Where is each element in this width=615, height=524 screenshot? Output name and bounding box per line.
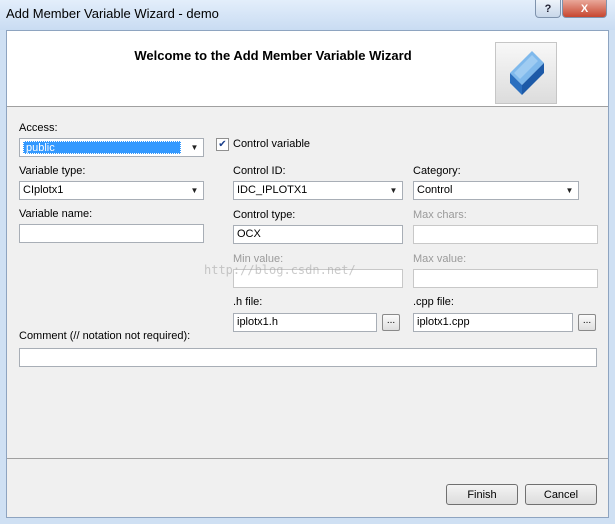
max-value-label: Max value:	[413, 253, 467, 265]
max-chars-input[interactable]	[413, 225, 598, 244]
watermark: http://blog.csdn.net/	[204, 263, 356, 277]
window-title: Add Member Variable Wizard - demo	[6, 6, 219, 21]
h-file-browse-button[interactable]: ...	[382, 314, 400, 331]
h-file-input[interactable]: iplotx1.h	[233, 313, 377, 332]
checkmark-icon: ✔	[218, 139, 227, 150]
control-type-label: Control type:	[233, 209, 296, 221]
h-file-label: .h file:	[233, 296, 263, 308]
control-id-label: Control ID:	[233, 165, 286, 177]
comment-input[interactable]	[19, 348, 597, 367]
control-variable-label[interactable]: Control variable	[233, 138, 310, 150]
close-button[interactable]: X	[562, 0, 607, 18]
chevron-down-icon[interactable]: ▼	[385, 182, 402, 199]
variable-name-input[interactable]	[19, 224, 204, 243]
comment-label: Comment (// notation not required):	[19, 330, 191, 342]
footer-divider	[7, 458, 608, 459]
max-chars-label: Max chars:	[413, 209, 467, 221]
chevron-down-icon[interactable]: ▼	[186, 139, 203, 156]
access-combobox[interactable]: public ▼	[19, 138, 204, 157]
blue-cube-icon	[510, 51, 544, 95]
access-value: public	[23, 141, 181, 154]
control-type-field[interactable]: OCX	[233, 225, 403, 244]
variable-name-label: Variable name:	[19, 208, 93, 220]
category-value: Control	[417, 184, 453, 196]
chevron-down-icon[interactable]: ▼	[186, 182, 203, 199]
variable-type-label: Variable type:	[19, 165, 86, 177]
wizard-logo	[495, 42, 557, 104]
variable-type-combobox[interactable]: CIplotx1 ▼	[19, 181, 204, 200]
wizard-title: Welcome to the Add Member Variable Wizar…	[134, 48, 412, 63]
cpp-file-label: .cpp file:	[413, 296, 454, 308]
control-variable-checkbox[interactable]: ✔	[216, 138, 229, 151]
control-id-combobox[interactable]: IDC_IPLOTX1 ▼	[233, 181, 403, 200]
dialog: Welcome to the Add Member Variable Wizar…	[6, 30, 609, 518]
variable-type-value: CIplotx1	[23, 184, 64, 196]
cpp-file-input[interactable]: iplotx1.cpp	[413, 313, 573, 332]
finish-button[interactable]: Finish	[446, 484, 518, 505]
max-value-input[interactable]	[413, 269, 598, 288]
access-label: Access:	[19, 122, 58, 134]
cancel-button[interactable]: Cancel	[525, 484, 597, 505]
control-id-value: IDC_IPLOTX1	[237, 184, 308, 196]
chevron-down-icon[interactable]: ▼	[561, 182, 578, 199]
category-label: Category:	[413, 165, 461, 177]
title-bar[interactable]: Add Member Variable Wizard - demo ? X	[0, 0, 615, 30]
help-button[interactable]: ?	[535, 0, 561, 18]
cpp-file-browse-button[interactable]: ...	[578, 314, 596, 331]
wizard-header: Welcome to the Add Member Variable Wizar…	[7, 31, 608, 107]
category-combobox[interactable]: Control ▼	[413, 181, 579, 200]
